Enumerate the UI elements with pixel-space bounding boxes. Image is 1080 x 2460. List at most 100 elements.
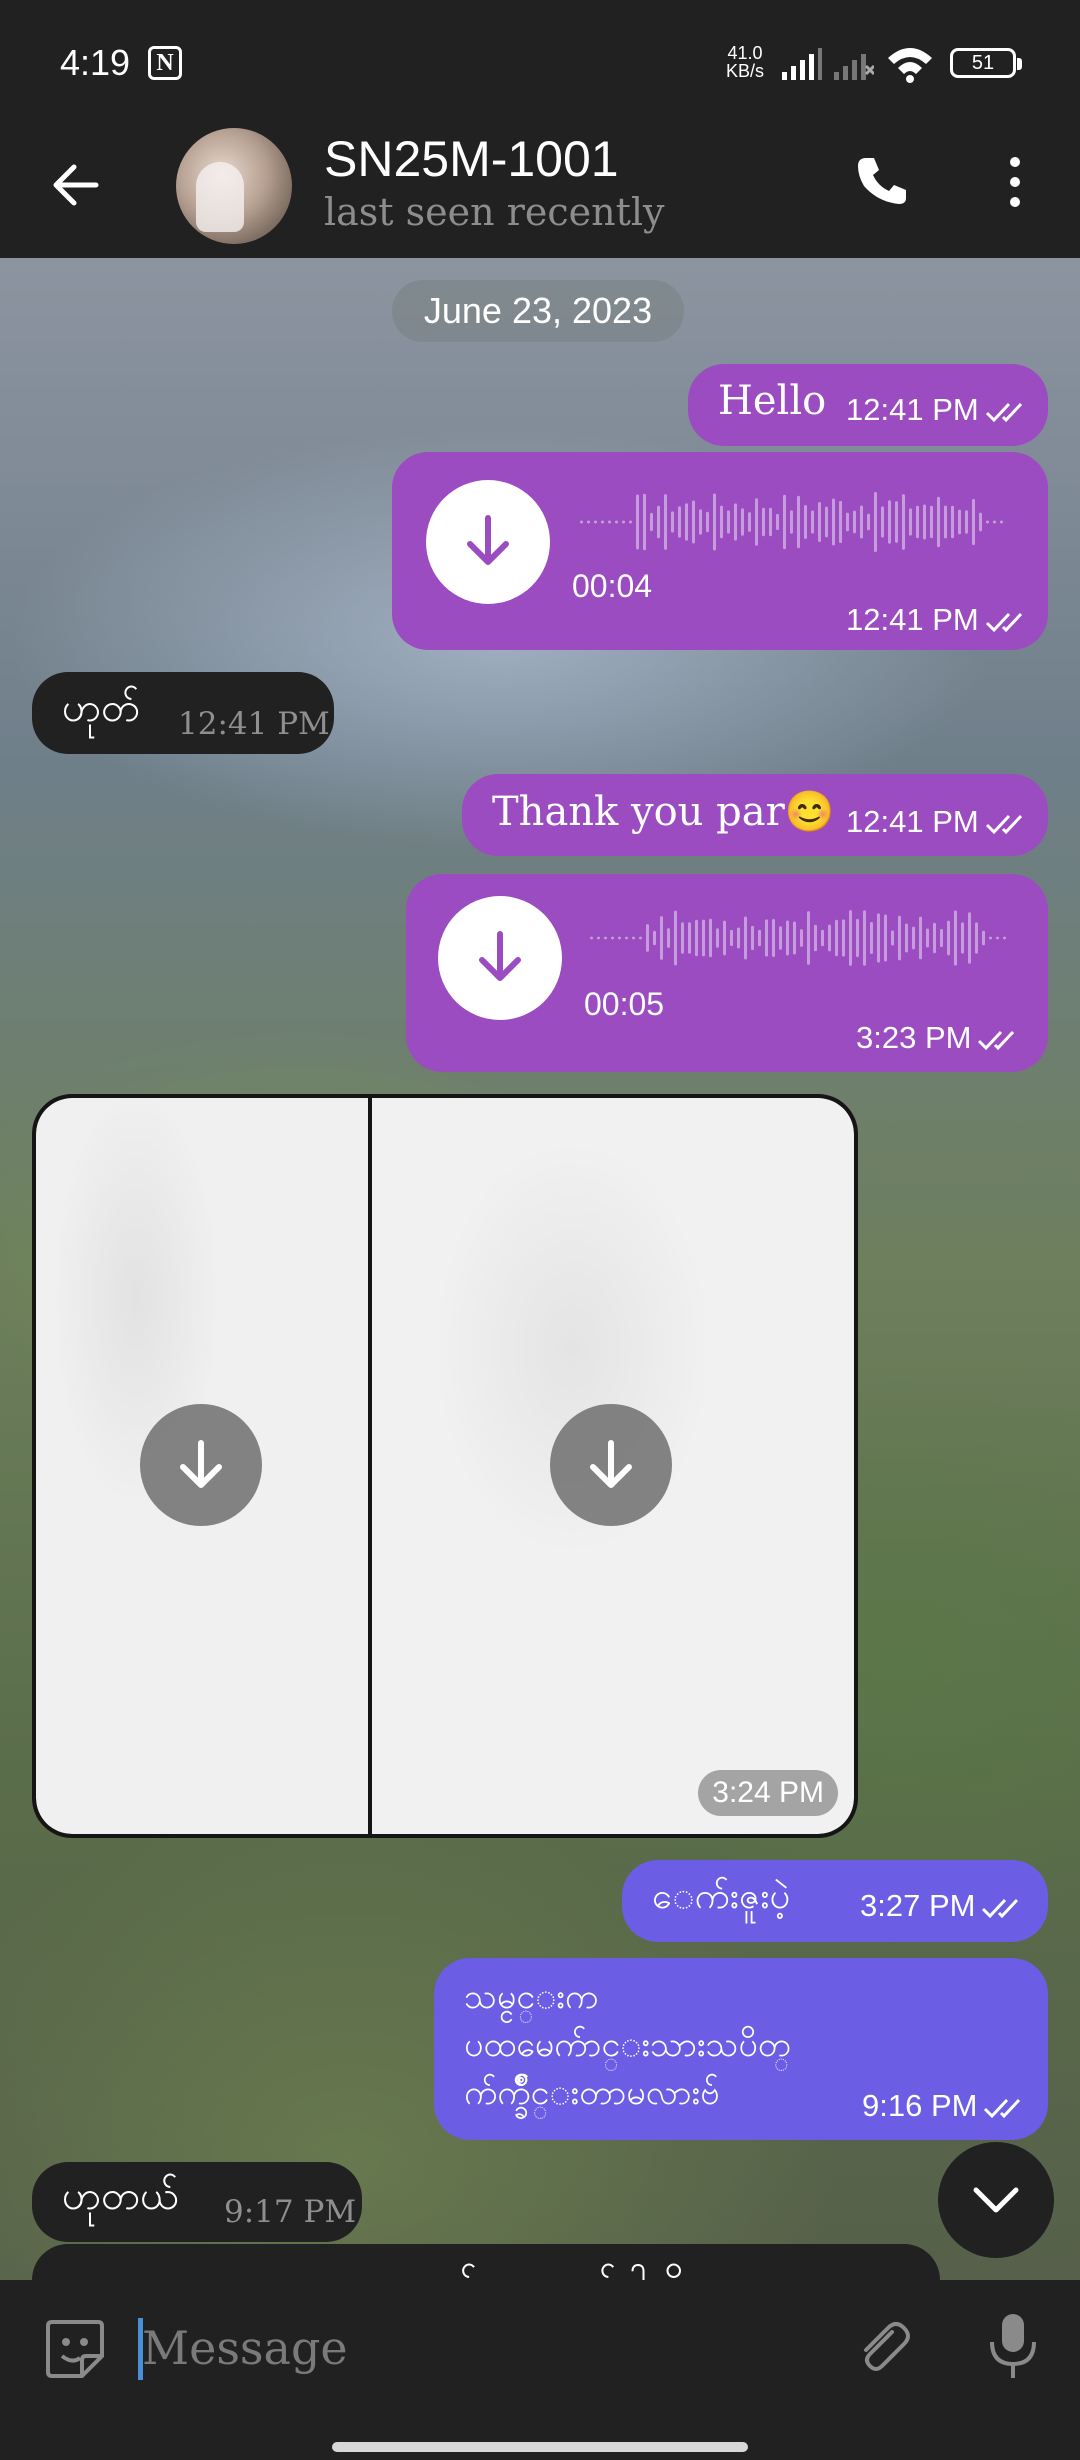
date-separator: June 23, 2023	[392, 280, 684, 342]
message-time: 3:27 PM	[860, 1888, 976, 1923]
message-time: 12:41 PM	[846, 602, 979, 637]
contact-name[interactable]: SN25M-1001	[324, 130, 619, 188]
waveform-bar	[954, 910, 957, 966]
contact-status: last seen recently	[324, 190, 665, 234]
voice-download-button[interactable]	[438, 896, 562, 1020]
message-text: ဟုတ်	[62, 685, 141, 731]
photo-album[interactable]: 3:24 PM	[32, 1094, 858, 1838]
message-text: Hello	[718, 378, 827, 424]
waveform-bar	[751, 925, 754, 951]
message-bubble-outgoing[interactable]: ေက်းဇူးပဲ့ 3:27 PM	[622, 1860, 1048, 1942]
waveform-bar	[818, 502, 821, 542]
waveform-bar	[947, 920, 950, 956]
waveform-bar	[660, 916, 663, 960]
waveform-bar	[937, 496, 940, 548]
back-arrow-icon[interactable]	[44, 154, 106, 216]
attach-icon[interactable]	[852, 2318, 914, 2380]
waveform-bar	[695, 919, 698, 957]
download-arrow-icon	[180, 1440, 222, 1488]
double-check-icon	[984, 2098, 1021, 2118]
message-bubble-outgoing[interactable]: Thank you par😊 12:41 PM	[462, 774, 1048, 856]
waveform-bar	[919, 916, 922, 960]
message-meta: 12:41 PM	[846, 804, 1031, 840]
net-speed-unit: KB/s	[726, 61, 765, 81]
avatar[interactable]	[176, 128, 292, 244]
waveform-bar	[891, 930, 894, 946]
waveform-bar	[793, 921, 796, 955]
waveform-bar	[1003, 936, 1006, 940]
status-time: 4:19	[60, 42, 131, 83]
waveform-bar	[643, 493, 646, 551]
phone-icon[interactable]	[852, 152, 912, 212]
message-bubble-outgoing[interactable]: သမ္ငင္းက ပထမေက်ာင္းသားသပိတ္ က်က္ခ်ိဳင္းတ…	[434, 1958, 1048, 2140]
mic-icon[interactable]	[982, 2310, 1044, 2382]
message-text-line: ပထမေက်ာင္းသားသပိတ္	[464, 2025, 791, 2065]
waveform-bar	[951, 505, 954, 539]
waveform-bar	[912, 926, 915, 950]
waveform-bar	[884, 914, 887, 962]
waveform-bar	[825, 506, 828, 538]
message-text: ဟုတယ်	[62, 2173, 179, 2219]
album-photo[interactable]	[36, 1098, 368, 1834]
waveform-bar	[699, 509, 702, 535]
waveform-bar	[597, 936, 600, 940]
waveform-bar	[653, 930, 656, 946]
message-time: 3:24 PM	[698, 1770, 838, 1816]
waveform-bar	[867, 513, 870, 531]
waveform-bar	[709, 918, 712, 958]
waveform-bar	[615, 520, 618, 524]
voice-download-button[interactable]	[426, 480, 550, 604]
sticker-icon[interactable]	[42, 2316, 108, 2382]
message-time: 9:17 PM	[224, 2194, 357, 2230]
message-bubble-incoming[interactable]: ဟုတ် 12:41 PM	[32, 672, 334, 754]
voice-message-bubble[interactable]: 00:05 3:23 PM	[406, 874, 1048, 1072]
waveform-bar	[842, 919, 845, 957]
home-indicator[interactable]	[332, 2442, 748, 2452]
message-meta: 3:23 PM	[856, 1020, 1023, 1056]
waveform-bar	[629, 520, 632, 524]
waveform-bar	[797, 495, 800, 549]
waveform-bar	[982, 930, 985, 946]
waveform-bar	[720, 505, 723, 539]
message-input[interactable]	[142, 2310, 802, 2386]
waveform-bar	[744, 916, 747, 960]
waveform-bar	[664, 494, 667, 550]
photo-download-button[interactable]	[140, 1404, 262, 1526]
message-bubble-incoming[interactable]: ဟုတယ် 9:17 PM	[32, 2162, 362, 2242]
waveform-bar	[622, 520, 625, 524]
waveform-bar	[877, 913, 880, 963]
waveform-bar	[996, 936, 999, 940]
download-arrow-icon	[467, 515, 509, 565]
waveform-bar	[755, 498, 758, 546]
waveform-bar	[993, 520, 996, 524]
message-meta: 12:41 PM	[846, 602, 1031, 638]
waveform-bar	[965, 510, 968, 534]
waveform-bar	[625, 936, 628, 940]
download-arrow-icon	[590, 1440, 632, 1488]
message-bubble-outgoing[interactable]: Hello 12:41 PM	[688, 364, 1048, 446]
waveform-bar	[713, 493, 716, 551]
waveform-bar	[933, 922, 936, 954]
double-check-icon	[978, 1030, 1015, 1050]
double-check-icon	[985, 814, 1022, 834]
message-text-line: သမ္ငင္းက	[464, 1977, 599, 2017]
waveform-bar	[800, 929, 803, 947]
waveform-bar	[790, 510, 793, 534]
voice-waveform[interactable]	[580, 492, 1010, 552]
double-check-icon	[985, 402, 1022, 422]
album-photo[interactable]: 3:24 PM	[372, 1098, 854, 1834]
waveform-bar	[821, 929, 824, 947]
waveform-bar	[916, 505, 919, 539]
more-vertical-icon[interactable]	[990, 152, 1040, 212]
waveform-bar	[930, 505, 933, 539]
waveform-bar	[646, 924, 649, 952]
message-text: Thank you par😊	[492, 789, 835, 835]
photo-download-button[interactable]	[550, 1404, 672, 1526]
net-speed-value: 41.0	[727, 43, 763, 63]
voice-message-bubble[interactable]: 00:04 12:41 PM	[392, 452, 1048, 650]
voice-waveform[interactable]	[590, 910, 1010, 966]
scroll-to-bottom-button[interactable]	[938, 2142, 1054, 2258]
message-time: 12:41 PM	[178, 706, 330, 742]
waveform-bar	[632, 936, 635, 940]
waveform-bar	[587, 520, 590, 524]
